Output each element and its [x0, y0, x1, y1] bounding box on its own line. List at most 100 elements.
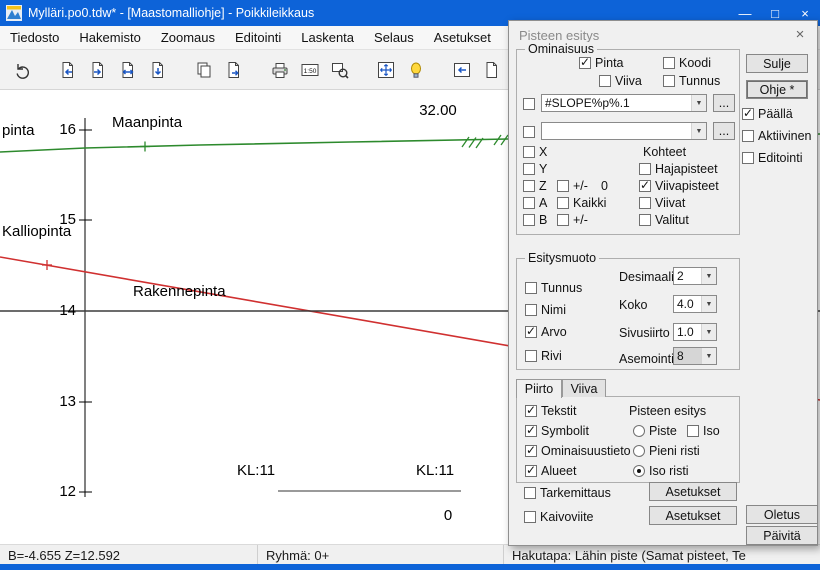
koko-combobox[interactable]: 4.0 — [673, 295, 717, 313]
doc-arrow-both-icon[interactable] — [114, 56, 142, 84]
sivusiirto-label: Sivusiirto — [619, 326, 670, 340]
piste-radio[interactable] — [633, 425, 645, 437]
pisteen-esitys-dialog: Pisteen esitys × Ominaisuus Pinta Koodi … — [508, 20, 818, 546]
chevron-down-icon[interactable] — [701, 348, 716, 364]
kaivoviite-checkbox[interactable] — [524, 511, 536, 523]
hajapisteet-checkbox[interactable] — [639, 163, 651, 175]
em-tunnus-checkbox[interactable] — [525, 282, 537, 294]
tab-viiva[interactable]: Viiva — [562, 379, 606, 397]
aktiivinen-label: Aktiivinen — [758, 129, 812, 143]
chevron-down-icon[interactable] — [691, 123, 706, 139]
kalliopinta-point-marker — [42, 260, 52, 270]
kaikki-checkbox[interactable] — [557, 197, 569, 209]
y-tick-13: 13 — [46, 393, 76, 410]
chevron-down-icon[interactable] — [701, 324, 716, 340]
a-checkbox[interactable] — [523, 197, 535, 209]
y-tick-16: 16 — [46, 121, 76, 138]
doc-arrow-down-icon[interactable] — [144, 56, 172, 84]
valitut-checkbox[interactable] — [639, 214, 651, 226]
viivapisteet-checkbox[interactable] — [639, 180, 651, 192]
y-checkbox[interactable] — [523, 163, 535, 175]
fit-view-icon[interactable] — [372, 56, 400, 84]
doc-arrow-left-icon[interactable] — [54, 56, 82, 84]
z-plusminus-checkbox[interactable] — [557, 180, 569, 192]
copy-icon[interactable] — [190, 56, 218, 84]
status-group: Ryhmä: 0+ — [258, 545, 504, 565]
maanpinta-label: Maanpinta — [112, 114, 182, 131]
tunnus-checkbox[interactable] — [663, 75, 675, 87]
chevron-down-icon[interactable] — [691, 95, 706, 111]
symbolit-checkbox[interactable] — [525, 425, 537, 437]
paivita-button[interactable]: Päivitä — [746, 526, 818, 545]
attribute2-checkbox[interactable] — [523, 126, 535, 138]
esitysmuoto-group-label: Esitysmuoto — [525, 251, 599, 265]
z-checkbox[interactable] — [523, 180, 535, 192]
attribute1-combobox[interactable]: #SLOPE%p%.1 — [541, 94, 707, 112]
desimaalit-value: 2 — [674, 269, 701, 283]
ohje-button[interactable]: Ohje * — [746, 80, 808, 99]
window-bottom-edge — [0, 564, 820, 570]
toolbar-separator — [432, 56, 448, 84]
attribute2-combobox[interactable] — [541, 122, 707, 140]
attribute1-checkbox[interactable] — [523, 98, 535, 110]
x-checkbox[interactable] — [523, 146, 535, 158]
doc-blank-icon[interactable] — [478, 56, 506, 84]
em-rivi-checkbox[interactable] — [525, 350, 537, 362]
maanpinta-point-marker — [140, 142, 150, 152]
scale-1-50-icon[interactable]: 1:50 — [296, 56, 324, 84]
dialog-close-icon[interactable]: × — [792, 26, 808, 43]
tarkemittaus-checkbox[interactable] — [524, 487, 536, 499]
paalla-checkbox[interactable] — [742, 108, 754, 120]
back-arrow-icon[interactable] — [448, 56, 476, 84]
x-label: X — [539, 145, 547, 159]
z-plusminus-label: +/- — [573, 179, 588, 193]
b-checkbox[interactable] — [523, 214, 535, 226]
menu-selaus[interactable]: Selaus — [364, 26, 424, 50]
asemointi-combobox[interactable]: 8 — [673, 347, 717, 365]
oletus-button[interactable]: Oletus — [746, 505, 818, 524]
menu-tiedosto[interactable]: Tiedosto — [0, 26, 69, 50]
em-nimi-checkbox[interactable] — [525, 304, 537, 316]
tarkemittaus-label: Tarkemittaus — [540, 486, 611, 500]
b-plusminus-checkbox[interactable] — [557, 214, 569, 226]
alueet-checkbox[interactable] — [525, 465, 537, 477]
sulje-button[interactable]: Sulje — [746, 54, 808, 73]
tunnus-label: Tunnus — [679, 74, 720, 88]
rakennepinta-label: Rakennepinta — [133, 283, 226, 300]
tarkemittaus-asetukset-button[interactable]: Asetukset — [649, 482, 737, 501]
sivusiirto-combobox[interactable]: 1.0 — [673, 323, 717, 341]
viiva-checkbox[interactable] — [599, 75, 611, 87]
tab-piirto[interactable]: Piirto — [516, 379, 562, 398]
em-arvo-checkbox[interactable] — [525, 326, 537, 338]
koodi-checkbox[interactable] — [663, 57, 675, 69]
menu-asetukset[interactable]: Asetukset — [424, 26, 501, 50]
pieni-risti-radio[interactable] — [633, 445, 645, 457]
tekstit-checkbox[interactable] — [525, 405, 537, 417]
doc-arrow-right-icon[interactable] — [84, 56, 112, 84]
menu-laskenta[interactable]: Laskenta — [291, 26, 364, 50]
menu-editointi[interactable]: Editointi — [225, 26, 291, 50]
iso-checkbox[interactable] — [687, 425, 699, 437]
desimaalit-combobox[interactable]: 2 — [673, 267, 717, 285]
ominaisuustieto-checkbox[interactable] — [525, 445, 537, 457]
kaivoviite-asetukset-button[interactable]: Asetukset — [649, 506, 737, 525]
chevron-down-icon[interactable] — [701, 296, 716, 312]
iso-risti-radio[interactable] — [633, 465, 645, 477]
print-icon[interactable] — [266, 56, 294, 84]
menu-hakemisto[interactable]: Hakemisto — [69, 26, 150, 50]
menu-zoomaus[interactable]: Zoomaus — [151, 26, 225, 50]
doc-export-icon[interactable] — [220, 56, 248, 84]
editointi-checkbox[interactable] — [742, 152, 754, 164]
zoom-window-icon[interactable] — [326, 56, 354, 84]
aktiivinen-checkbox[interactable] — [742, 130, 754, 142]
attribute1-more-button[interactable]: ... — [713, 94, 735, 112]
chevron-down-icon[interactable] — [701, 268, 716, 284]
pinta-label: Pinta — [595, 56, 624, 70]
undo-icon[interactable] — [8, 56, 36, 84]
lamp-icon[interactable] — [402, 56, 430, 84]
kohteet-label: Kohteet — [643, 145, 686, 159]
ominaisuustieto-label: Ominaisuustieto — [541, 444, 631, 458]
attribute2-more-button[interactable]: ... — [713, 122, 735, 140]
pinta-checkbox[interactable] — [579, 57, 591, 69]
viivat-checkbox[interactable] — [639, 197, 651, 209]
